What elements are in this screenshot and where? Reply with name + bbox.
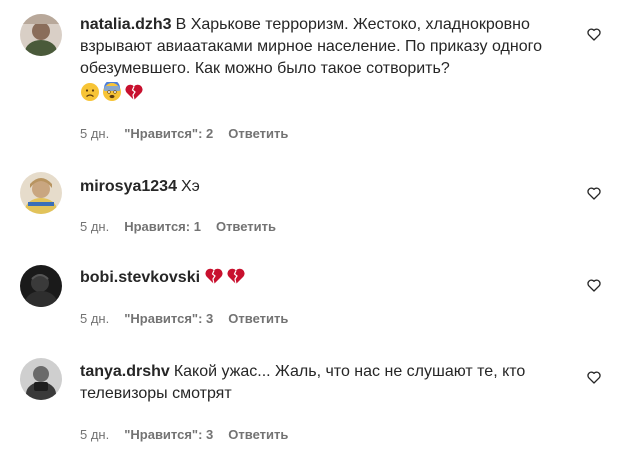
likes-count-button[interactable]: "Нравится": 3: [124, 311, 213, 326]
comment-meta: 5 дн. "Нравится": 2 Ответить: [80, 126, 288, 141]
fearful-face-icon: [102, 82, 122, 102]
like-heart-icon[interactable]: [586, 185, 602, 201]
comment-meta: 5 дн. Нравится: 1 Ответить: [80, 219, 276, 234]
likes-count-button[interactable]: "Нравится": 2: [124, 126, 213, 141]
reply-button[interactable]: Ответить: [228, 126, 288, 141]
like-heart-icon[interactable]: [586, 26, 602, 42]
avatar[interactable]: [20, 265, 62, 307]
comment-time: 5 дн.: [80, 219, 110, 234]
avatar[interactable]: [20, 14, 62, 56]
comment-time: 5 дн.: [80, 427, 110, 442]
comment-meta: 5 дн. "Нравится": 3 Ответить: [80, 427, 288, 442]
comment-time: 5 дн.: [80, 311, 110, 326]
reply-button[interactable]: Ответить: [228, 427, 288, 442]
comment-username[interactable]: bobi.stevkovski: [80, 269, 200, 286]
broken-heart-icon: [226, 266, 246, 286]
comment-meta: 5 дн. "Нравится": 3 Ответить: [80, 311, 288, 326]
disappointed-face-icon: [80, 82, 100, 102]
comment-body: natalia.dzh3 В Харькове терроризм. Жесток…: [80, 14, 560, 102]
comment-body: mirosya1234 Хэ: [80, 176, 560, 198]
avatar[interactable]: [20, 358, 62, 400]
emoji-row: [80, 82, 560, 102]
comment-body: tanya.drshv Какой ужас... Жаль, что нас н…: [80, 361, 560, 405]
likes-count-button[interactable]: "Нравится": 3: [124, 427, 213, 442]
comment-username[interactable]: mirosya1234: [80, 178, 177, 195]
likes-count-button[interactable]: Нравится: 1: [124, 219, 201, 234]
like-heart-icon[interactable]: [586, 369, 602, 385]
like-heart-icon[interactable]: [586, 277, 602, 293]
comment-body: bobi.stevkovski: [80, 266, 560, 289]
reply-button[interactable]: Ответить: [216, 219, 276, 234]
reply-button[interactable]: Ответить: [228, 311, 288, 326]
broken-heart-icon: [204, 266, 224, 286]
comment-text: Хэ: [180, 178, 200, 195]
avatar[interactable]: [20, 172, 62, 214]
comment-username[interactable]: tanya.drshv: [80, 363, 170, 380]
comment-time: 5 дн.: [80, 126, 110, 141]
broken-heart-icon: [124, 82, 144, 102]
comment-username[interactable]: natalia.dzh3: [80, 16, 172, 33]
